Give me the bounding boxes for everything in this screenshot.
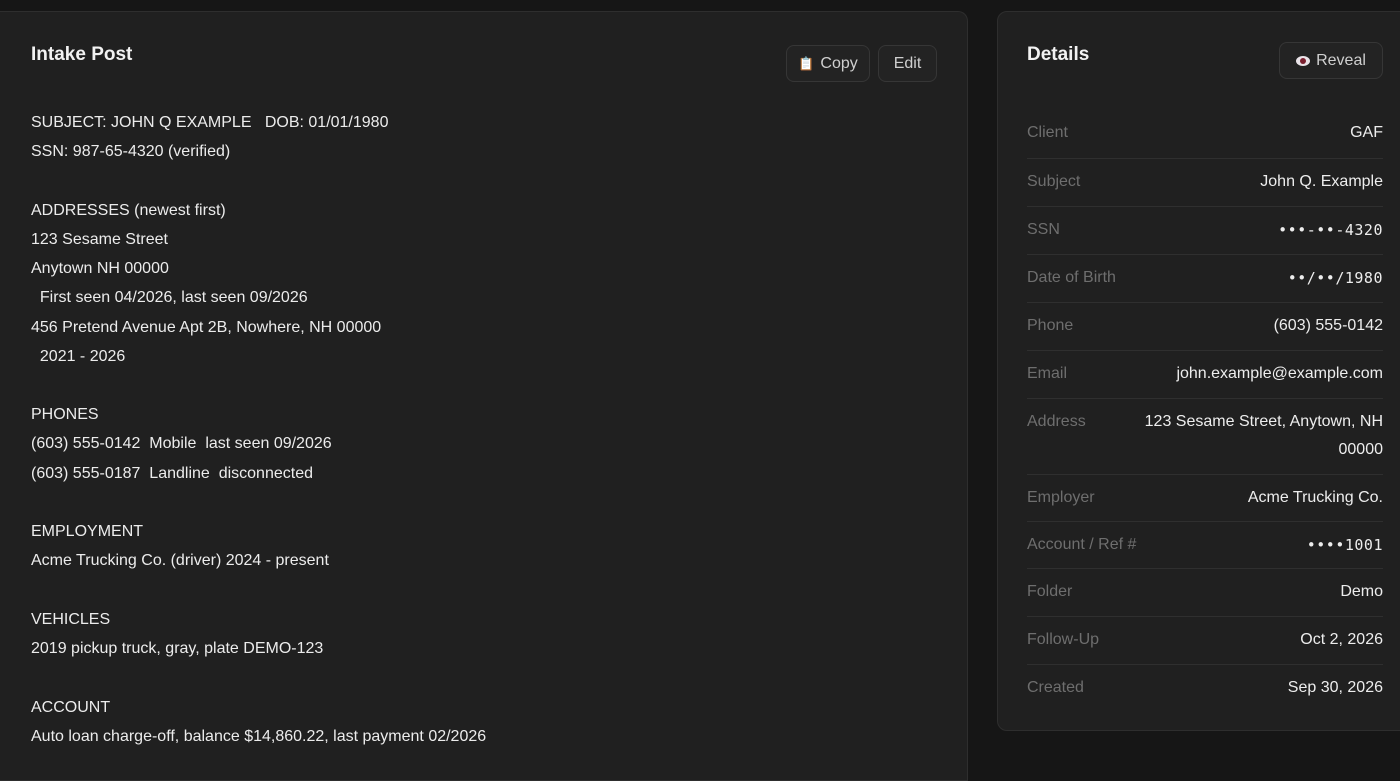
post-line: PHONES [31,406,99,424]
post-spacer [31,371,931,400]
detail-value: Oct 2, 2026 [1300,631,1383,648]
post-line: ACCOUNT [31,698,111,716]
reveal-button[interactable]: Reveal [1279,42,1383,79]
post-line: 456 Pretend Avenue Apt 2B, Nowhere, NH 0… [31,318,382,336]
details-title: Details [1027,44,1090,65]
post-line: EMPLOYMENT [31,523,144,541]
detail-value: (603) 555-0142 [1273,317,1383,334]
intake-post-title: Intake Post [31,44,133,65]
reveal-button-label: Reveal [1316,51,1366,69]
copy-button[interactable]: 📋 Copy [786,45,870,82]
copy-button-label: Copy [820,54,858,72]
post-line: SSN: 987-65-4320 (verified) [31,143,231,161]
detail-label: Folder [1027,583,1073,600]
post-line: 2019 pickup truck, gray, plate DEMO-123 [31,640,324,658]
post-spacer [31,576,931,605]
post-line: (603) 555-0142 Mobile last seen 09/2026 [31,435,332,453]
post-line: (603) 555-0187 Landline disconnected [31,464,313,482]
detail-label: SSN [1027,221,1060,238]
detail-row-client: Client GAF [1027,110,1383,159]
detail-row-folder: Folder Demo [1027,569,1383,617]
post-line: Acme Trucking Co. (driver) 2024 - presen… [31,552,329,570]
detail-label: Created [1027,679,1084,696]
detail-label: Subject [1027,173,1081,190]
post-line: 2021 - 2026 [31,347,126,365]
post-line: VEHICLES [31,611,111,628]
post-line: SUBJECT: JOHN Q EXAMPLE DOB: 01/01/1980 [31,114,389,131]
detail-value: •••-••-4320 [1278,221,1383,239]
post-spacer [31,166,931,195]
detail-value: john.example@example.com [1176,365,1383,382]
post-spacer [31,663,931,692]
detail-row-account-ref: Account / Ref # ••••1001 [1027,522,1383,569]
detail-row-phone: Phone (603) 555-0142 [1027,303,1383,351]
detail-label: Account / Ref # [1027,536,1137,553]
detail-row-ssn: SSN •••-••-4320 [1027,207,1383,255]
detail-row-address: Address 123 Sesame Street, Anytown, NH 00… [1027,399,1383,475]
detail-row-subject: Subject John Q. Example [1027,159,1383,207]
post-line: Anytown NH 00000 [31,260,169,278]
detail-row-follow-up: Follow-Up Oct 2, 2026 [1027,617,1383,665]
detail-value: Acme Trucking Co. [1247,489,1383,506]
detail-row-email: Email john.example@example.com [1027,351,1383,399]
post-line: First seen 04/2026, last seen 09/2026 [31,289,308,307]
detail-value: Demo [1340,583,1383,600]
detail-label: Follow-Up [1027,631,1100,648]
intake-post-panel: Intake Post 📋 Copy Edit SUBJECT: JOHN Q … [0,11,968,781]
detail-value: John Q. Example [1260,173,1383,190]
detail-value: GAF [1350,124,1383,141]
detail-row-date-of-birth: Date of Birth ••/••/1980 [1027,255,1383,303]
detail-label: Email [1027,365,1068,382]
details-panel: Details Reveal Client GAF Subject John Q. E… [997,11,1400,731]
intake-post-body: SUBJECT: JOHN Q EXAMPLE DOB: 01/01/1980 S… [31,108,931,751]
detail-row-employer: Employer Acme Trucking Co. [1027,475,1383,522]
detail-row-created: Created Sep 30, 2026 [1027,665,1383,713]
detail-value: Sep 30, 2026 [1287,679,1383,696]
post-line: 123 Sesame Street [31,230,168,248]
detail-value: 123 Sesame Street, Anytown, NH 00000 [1144,413,1383,458]
detail-label: Address [1027,413,1086,430]
post-line: ADDRESSES (newest first) [31,201,226,219]
detail-label: Client [1027,124,1068,141]
detail-value: ••••1001 [1306,536,1383,554]
eye-icon [1296,55,1311,66]
detail-label: Employer [1027,489,1095,506]
post-spacer [31,488,931,517]
edit-button-label: Edit [893,54,922,72]
detail-label: Phone [1027,317,1074,334]
detail-label: Date of Birth [1027,269,1116,286]
edit-button[interactable]: Edit [878,45,937,82]
post-line: Auto loan charge-off, balance $14,860.22… [31,727,487,745]
detail-value: ••/••/1980 [1287,269,1383,287]
copy-icon: 📋 [798,55,815,71]
